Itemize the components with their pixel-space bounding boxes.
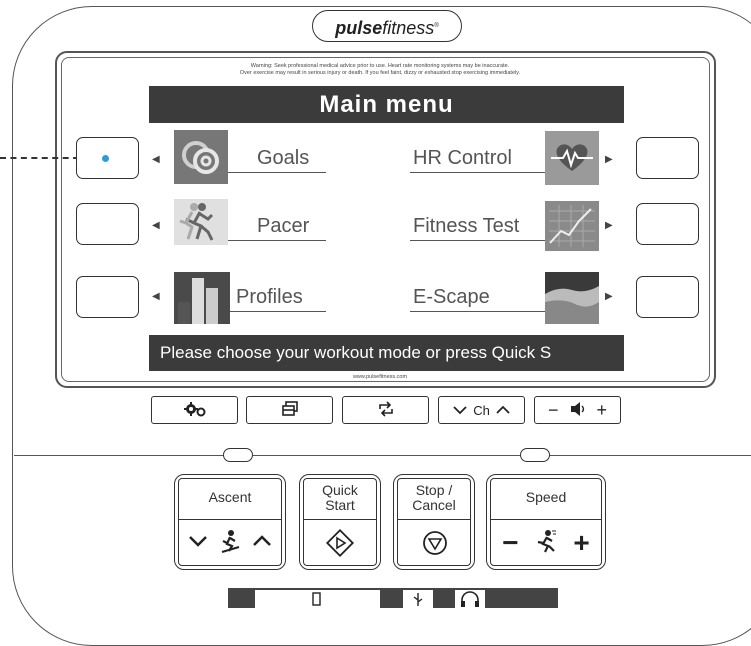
runner-icon[interactable] <box>174 199 228 245</box>
speed-down-button[interactable]: − <box>502 529 518 557</box>
menu-item-goals[interactable]: Goals <box>257 146 309 170</box>
left-arrow-icon: ◀ <box>152 220 160 231</box>
quick-start-label: Quick Start <box>322 482 358 513</box>
separator <box>397 519 471 520</box>
underline <box>410 172 545 173</box>
right-arrow-icon: ▶ <box>605 291 613 302</box>
landscape-icon[interactable] <box>545 272 599 324</box>
chevron-up-icon[interactable] <box>496 403 510 418</box>
stop-icon <box>421 529 449 562</box>
window-icon <box>281 400 299 420</box>
menu-item-pacer[interactable]: Pacer <box>257 214 309 238</box>
menu-item-e-scape[interactable]: E-Scape <box>413 285 490 309</box>
menu-item-fitness-test[interactable]: Fitness Test <box>413 214 519 238</box>
incline-runner-icon <box>220 529 240 558</box>
left-indicator-pill <box>223 448 253 462</box>
underline <box>410 240 545 241</box>
menu-item-profiles[interactable]: Profiles <box>236 285 303 309</box>
right-arrow-icon: ▶ <box>605 154 613 165</box>
start-icon <box>325 528 355 562</box>
headphone-icon <box>461 591 479 607</box>
channel-control[interactable]: Ch <box>438 396 525 424</box>
separator <box>490 519 602 520</box>
speed-up-button[interactable]: + <box>573 529 589 557</box>
volume-control[interactable]: − + <box>534 396 621 424</box>
usb-icon <box>413 593 423 606</box>
bar-profile-icon[interactable] <box>174 272 230 324</box>
heart-rate-icon[interactable] <box>545 131 599 185</box>
ascent-up-button[interactable] <box>252 534 272 553</box>
gears-icon <box>183 401 207 420</box>
minus-icon[interactable]: − <box>548 400 559 421</box>
plus-icon[interactable]: + <box>597 400 608 421</box>
runner-speed-icon <box>535 529 557 558</box>
usb-port <box>403 590 433 608</box>
right-select-button-2[interactable] <box>636 203 699 245</box>
indicator-dot <box>102 155 109 162</box>
headphone-port <box>455 590 485 608</box>
panel-divider <box>14 455 751 456</box>
left-arrow-icon: ◀ <box>152 154 160 165</box>
status-message: Please choose your workout mode or press… <box>149 335 624 371</box>
goals-icon[interactable] <box>174 130 228 184</box>
settings-button[interactable] <box>151 396 238 424</box>
right-select-button-3[interactable] <box>636 276 699 318</box>
chart-icon[interactable] <box>545 201 599 251</box>
window-button[interactable] <box>246 396 333 424</box>
left-select-button-3[interactable] <box>76 276 139 318</box>
chevron-down-icon[interactable] <box>453 403 467 418</box>
repeat-icon <box>377 400 395 420</box>
channel-label: Ch <box>473 402 490 418</box>
right-select-button-1[interactable] <box>636 137 699 179</box>
right-indicator-pill <box>520 448 550 462</box>
tablet-slot <box>255 590 380 608</box>
menu-item-hr-control[interactable]: HR Control <box>413 146 512 170</box>
warning-text: Warning: Seek professional medical advic… <box>239 63 521 76</box>
left-arrow-icon: ◀ <box>152 291 160 302</box>
repeat-button[interactable] <box>342 396 429 424</box>
separator <box>303 519 377 520</box>
ascent-label: Ascent <box>208 489 252 505</box>
ascent-down-button[interactable] <box>188 534 208 553</box>
screen-title: Main menu <box>149 86 624 123</box>
speed-label: Speed <box>525 489 567 505</box>
website-url: www.pulsefitness.com <box>352 374 408 380</box>
speaker-icon <box>569 401 587 420</box>
ascent-buttons <box>182 524 278 562</box>
right-arrow-icon: ▶ <box>605 220 613 231</box>
underline <box>228 172 326 173</box>
left-select-button-2[interactable] <box>76 203 139 245</box>
brand-logo: pulsefitness® <box>312 10 462 42</box>
underline <box>228 240 326 241</box>
stop-cancel-label: Stop / Cancel <box>412 482 456 513</box>
separator <box>178 519 282 520</box>
underline <box>410 311 545 312</box>
speed-buttons: − + <box>494 524 598 562</box>
underline <box>230 311 326 312</box>
